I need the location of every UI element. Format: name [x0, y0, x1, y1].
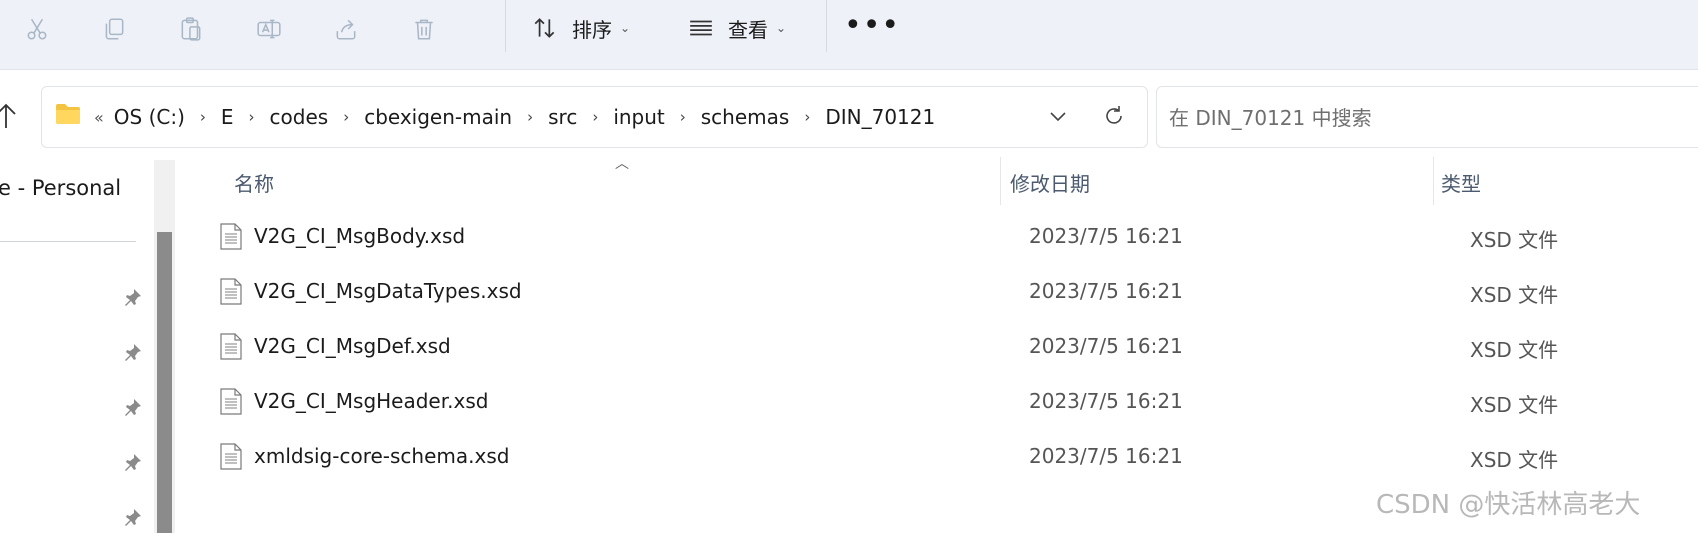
command-bar: 排序 ⌄ 查看 ⌄ •••	[0, 0, 1698, 70]
chevron-right-icon[interactable]: ›	[527, 108, 533, 126]
document-icon	[220, 333, 242, 360]
view-list-icon	[690, 20, 712, 36]
file-type: XSD 文件	[1470, 228, 1559, 252]
document-icon	[220, 388, 242, 415]
file-row[interactable]: V2G_CI_MsgHeader.xsd 2023/7/5 16:21 XSD …	[180, 375, 1698, 427]
file-name: V2G_CI_MsgBody.xsd	[254, 224, 466, 248]
column-header-date[interactable]: 修改日期	[1010, 168, 1090, 197]
file-type: XSD 文件	[1470, 448, 1559, 472]
file-type: XSD 文件	[1470, 338, 1559, 362]
document-icon	[220, 223, 242, 250]
toolbar-separator	[826, 0, 827, 52]
watermark: CSDN @快活林高老大	[1376, 490, 1641, 520]
file-row[interactable]: V2G_CI_MsgBody.xsd 2023/7/5 16:21 XSD 文件	[180, 210, 1698, 262]
refresh-icon[interactable]	[1099, 101, 1129, 131]
search-box[interactable]	[1156, 86, 1698, 148]
view-button[interactable]: 查看 ⌄	[688, 10, 786, 46]
chevron-right-icon[interactable]: ›	[680, 108, 686, 126]
nav-divider	[0, 241, 136, 242]
file-date: 2023/7/5 16:21	[1029, 224, 1183, 248]
file-type: XSD 文件	[1470, 283, 1559, 307]
share-icon[interactable]	[326, 9, 366, 49]
paste-icon[interactable]	[171, 9, 211, 49]
column-header-type[interactable]: 类型	[1441, 168, 1481, 197]
file-date: 2023/7/5 16:21	[1029, 389, 1183, 413]
breadcrumb-item[interactable]: cbexigen-main	[364, 105, 512, 129]
breadcrumb-item[interactable]: src	[548, 105, 577, 129]
pin-icon[interactable]	[121, 287, 143, 309]
file-row[interactable]: V2G_CI_MsgDataTypes.xsd 2023/7/5 16:21 X…	[180, 265, 1698, 317]
file-date: 2023/7/5 16:21	[1029, 444, 1183, 468]
breadcrumb-item[interactable]: E	[221, 105, 234, 129]
document-icon	[220, 443, 242, 470]
sort-ascending-icon: ︿	[615, 156, 629, 172]
chevron-down-icon: ⌄	[620, 21, 631, 35]
copy-icon[interactable]	[94, 9, 134, 49]
sort-icon	[534, 18, 555, 38]
pin-icon[interactable]	[121, 452, 143, 474]
sort-button[interactable]: 排序 ⌄	[532, 10, 630, 46]
breadcrumb: « OS (C:) › E › codes › cbexigen-main › …	[94, 87, 935, 147]
delete-icon[interactable]	[404, 9, 444, 49]
breadcrumb-item[interactable]: schemas	[701, 105, 790, 129]
breadcrumb-overflow[interactable]: «	[94, 108, 104, 127]
chevron-right-icon[interactable]: ›	[592, 108, 598, 126]
breadcrumb-item[interactable]: input	[613, 105, 664, 129]
up-arrow-icon[interactable]	[0, 100, 18, 132]
file-row[interactable]: V2G_CI_MsgDef.xsd 2023/7/5 16:21 XSD 文件	[180, 320, 1698, 372]
breadcrumb-item[interactable]: OS (C:)	[114, 105, 185, 129]
document-icon	[220, 278, 242, 305]
file-date: 2023/7/5 16:21	[1029, 279, 1183, 303]
chevron-down-icon: ⌄	[776, 21, 787, 35]
chevron-right-icon[interactable]: ›	[249, 108, 255, 126]
more-options-button[interactable]: •••	[844, 11, 900, 41]
pin-icon[interactable]	[121, 507, 143, 529]
file-name: V2G_CI_MsgDef.xsd	[254, 334, 451, 358]
breadcrumb-item[interactable]: DIN_70121	[825, 105, 935, 129]
address-dropdown-icon[interactable]	[1043, 101, 1073, 131]
chevron-right-icon[interactable]: ›	[343, 108, 349, 126]
file-name: V2G_CI_MsgHeader.xsd	[254, 389, 489, 413]
column-separator[interactable]	[1433, 157, 1434, 205]
view-label: 查看	[728, 17, 768, 42]
file-type: XSD 文件	[1470, 393, 1559, 417]
nav-scrollbar-thumb[interactable]	[157, 232, 172, 533]
folder-icon	[56, 104, 80, 124]
search-input[interactable]	[1167, 101, 1671, 135]
breadcrumb-item[interactable]: codes	[270, 105, 329, 129]
pin-icon[interactable]	[121, 397, 143, 419]
address-bar[interactable]: « OS (C:) › E › codes › cbexigen-main › …	[41, 86, 1148, 148]
rename-icon[interactable]	[249, 9, 289, 49]
column-header-name[interactable]: 名称	[234, 168, 274, 197]
chevron-right-icon[interactable]: ›	[200, 108, 206, 126]
file-row[interactable]: xmldsig-core-schema.xsd 2023/7/5 16:21 X…	[180, 430, 1698, 482]
cut-icon[interactable]	[17, 9, 57, 49]
sort-label: 排序	[572, 17, 612, 42]
nav-item-onedrive-personal[interactable]: e - Personal	[0, 176, 121, 200]
file-date: 2023/7/5 16:21	[1029, 334, 1183, 358]
column-separator[interactable]	[1000, 157, 1001, 205]
chevron-right-icon[interactable]: ›	[804, 108, 810, 126]
file-name: V2G_CI_MsgDataTypes.xsd	[254, 279, 522, 303]
pin-icon[interactable]	[121, 342, 143, 364]
file-name: xmldsig-core-schema.xsd	[254, 444, 510, 468]
toolbar-separator	[505, 0, 506, 52]
